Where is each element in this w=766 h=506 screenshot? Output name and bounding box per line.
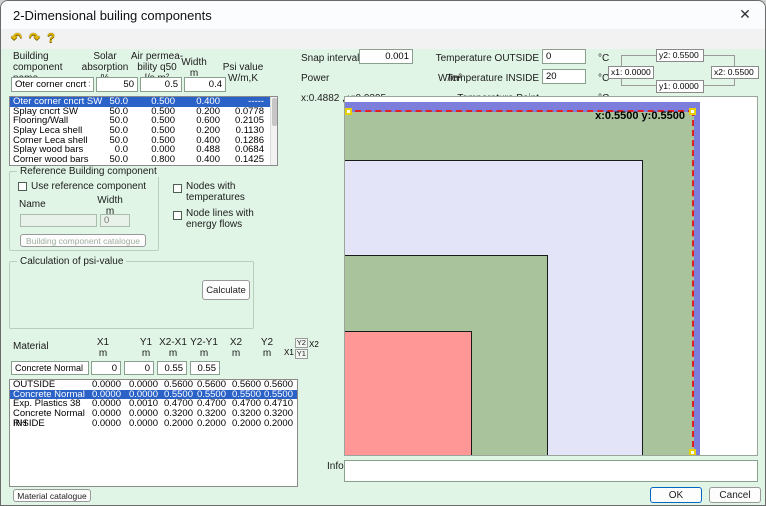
material-dy-input[interactable] xyxy=(190,361,220,375)
window-title: 2-Dimensional builing components xyxy=(13,8,212,23)
air-permeability-input[interactable] xyxy=(140,77,182,92)
material-catalogue-button[interactable]: Material catalogue xyxy=(13,489,91,502)
reference-name-label: Name xyxy=(19,199,46,210)
info-field[interactable] xyxy=(344,460,758,482)
use-reference-label: Use reference component xyxy=(31,181,151,192)
power-label: Power xyxy=(301,73,329,84)
material-header: Material xyxy=(13,341,49,352)
redo-icon[interactable]: ↷ xyxy=(29,30,40,46)
reference-group: Reference Building component Use referen… xyxy=(9,171,159,251)
extent-x1-readout: x1: 0.0000 xyxy=(608,66,654,79)
node-lines-energy-flows-checkbox[interactable] xyxy=(173,211,182,220)
temperature-inside-input[interactable] xyxy=(542,69,586,84)
material-header-dx: X2-X1 m xyxy=(156,337,190,359)
extent-y2-readout: y2: 0.5500 xyxy=(656,49,704,62)
selection-handle-top-right[interactable] xyxy=(689,108,696,115)
solar-absorption-input[interactable] xyxy=(96,77,138,92)
col-header-width: Width m xyxy=(178,57,210,79)
nodes-with-temperatures-checkbox[interactable] xyxy=(173,184,182,193)
toolbar: ↶ ↷ ? xyxy=(1,29,765,49)
dialog-2d-building-components: 2-Dimensional builing components ✕ ↶ ↷ ?… xyxy=(0,0,766,506)
reference-group-label: Reference Building component xyxy=(17,166,160,177)
corner-legend: X1 Y2 Y1 X2 xyxy=(284,338,319,359)
building-component-catalogue-button: Building component catalogue xyxy=(20,234,146,247)
material-header-x2: X2 m xyxy=(222,337,250,359)
temperature-inside-label: Temperature INSIDE xyxy=(429,73,539,84)
building-name-input[interactable] xyxy=(11,77,94,92)
building-component-list[interactable]: Oter corner cncrt SW50.00.5000.400----- … xyxy=(9,96,278,166)
nodes-with-temperatures-label: Nodes with temperatures xyxy=(186,181,276,203)
help-icon[interactable]: ? xyxy=(47,30,55,45)
selection-outline xyxy=(345,110,694,456)
temperature-outside-input[interactable] xyxy=(542,49,586,64)
snap-interval-label: Snap interval xyxy=(301,53,359,64)
psi-calculation-group: Calculation of psi-value Calculate xyxy=(9,261,254,329)
material-row[interactable]: INSIDE0.00000.00000.20000.20000.20000.20… xyxy=(10,419,297,429)
selection-handle-bottom-right[interactable] xyxy=(689,449,696,456)
building-row[interactable]: Corner wood bars50.00.8000.4000.1425 xyxy=(10,155,277,165)
material-header-dy: Y2-Y1 m xyxy=(187,337,221,359)
close-icon[interactable]: ✕ xyxy=(735,6,755,24)
material-header-y2: Y2 m xyxy=(253,337,281,359)
undo-icon[interactable]: ↶ xyxy=(11,30,22,46)
calculate-button[interactable]: Calculate xyxy=(202,280,250,300)
reference-width-field xyxy=(100,214,130,227)
node-lines-energy-flows-label: Node lines with energy flows xyxy=(186,208,276,230)
ok-button[interactable]: OK xyxy=(650,487,702,503)
extent-y1-readout: y1: 0.0000 xyxy=(656,80,704,93)
dialog-body: Building component name Solar absorption… xyxy=(1,49,766,506)
selection-handle-top-left[interactable] xyxy=(345,108,352,115)
use-reference-checkbox[interactable] xyxy=(18,182,27,191)
temperature-outside-unit: °C xyxy=(598,53,609,64)
snap-interval-input[interactable] xyxy=(359,49,413,64)
title-bar: 2-Dimensional builing components ✕ xyxy=(1,1,765,29)
material-y1-input[interactable] xyxy=(124,361,154,375)
psi-calculation-group-label: Calculation of psi-value xyxy=(17,256,126,267)
material-dx-input[interactable] xyxy=(157,361,187,375)
material-x1-input[interactable] xyxy=(91,361,121,375)
temperature-outside-label: Temperature OUTSIDE xyxy=(429,53,539,64)
building-list-scrollbar[interactable] xyxy=(270,97,277,165)
material-header-x1: X1 m xyxy=(89,337,117,359)
drawing-canvas[interactable]: x:0.5500 y:0.5500 xyxy=(344,96,758,456)
info-label: Info xyxy=(327,461,344,472)
reference-name-field xyxy=(20,214,97,227)
material-name-input[interactable] xyxy=(11,361,89,375)
cancel-button[interactable]: Cancel xyxy=(709,487,761,503)
material-list[interactable]: OUTSIDE0.00000.00000.56000.56000.56000.5… xyxy=(9,379,298,487)
extent-x2-readout: x2: 0.5500 xyxy=(711,66,759,79)
width-input[interactable] xyxy=(184,77,226,92)
selection-coordinates-label: x:0.5500 y:0.5500 xyxy=(595,110,685,122)
